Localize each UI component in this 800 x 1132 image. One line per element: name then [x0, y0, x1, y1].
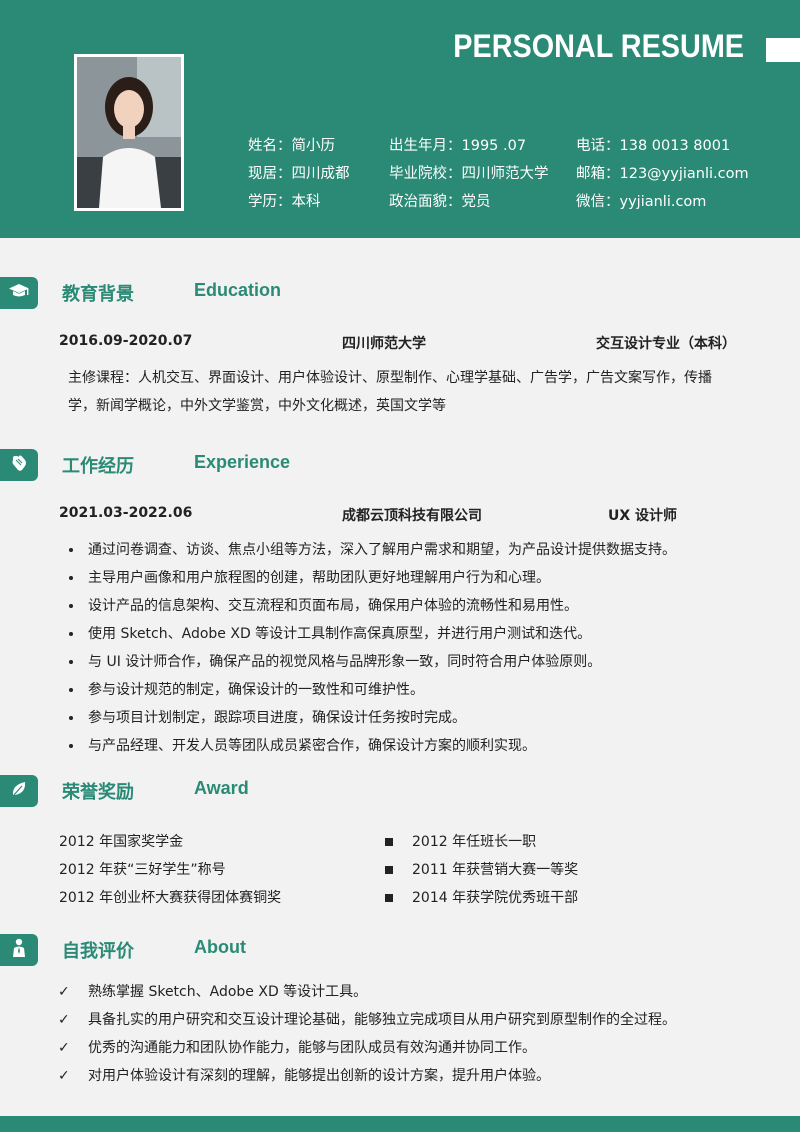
square-bullet	[385, 866, 393, 874]
list-item: 2012 年创业杯大赛获得团体赛铜奖	[59, 890, 282, 906]
list-item: 与产品经理、开发人员等团队成员紧密合作，确保设计方案的顺利实现。	[66, 732, 676, 760]
list-item: 参与设计规范的制定，确保设计的一致性和可维护性。	[66, 676, 676, 704]
info-email: 邮箱：123@yyjianli.com	[576, 166, 749, 182]
section-title-cn: 工作经历	[62, 456, 134, 477]
experience-period: 2021.03-2022.06	[59, 505, 193, 521]
education-major: 交互设计专业（本科）	[596, 336, 736, 352]
section-tab	[0, 449, 38, 481]
list-item: 2012 年获“三好学生”称号	[59, 862, 226, 878]
info-phone: 电话：138 0013 8001	[576, 138, 731, 154]
check-icon: ✓	[58, 1012, 70, 1028]
info-name: 姓名：简小历	[248, 138, 335, 154]
list-item: ✓ 熟练掌握 Sketch、Adobe XD 等设计工具。	[58, 978, 676, 1006]
bullet-dot	[69, 576, 73, 580]
courses-line-2: 学，新闻学概论，中外文学鉴赏，中外文化概述，英国文学等	[68, 398, 446, 414]
hand-icon	[10, 454, 28, 476]
check-icon: ✓	[58, 1068, 70, 1084]
list-item: 设计产品的信息架构、交互流程和页面布局，确保用户体验的流畅性和易用性。	[66, 592, 676, 620]
list-item: 2012 年国家奖学金	[59, 834, 184, 850]
info-political: 政治面貌：党员	[389, 194, 491, 210]
header-banner: PERSONAL RESUME 姓名：简小历 出生年月：1995 .07 电话：…	[0, 0, 800, 238]
section-title-cn: 荣誉奖励	[62, 782, 134, 803]
square-bullet	[385, 894, 393, 902]
section-title-cn: 自我评价	[62, 941, 134, 962]
list-item: 参与项目计划制定，跟踪项目进度，确保设计任务按时完成。	[66, 704, 676, 732]
bullet-dot	[69, 688, 73, 692]
list-item: 2012 年任班长一职	[385, 828, 578, 856]
section-title-cn: 教育背景	[62, 284, 134, 305]
graduation-cap-icon	[8, 283, 30, 303]
experience-role: UX 设计师	[608, 508, 678, 524]
list-item: 通过问卷调查、访谈、焦点小组等方法，深入了解用户需求和期望，为产品设计提供数据支…	[66, 536, 676, 564]
leaf-icon	[10, 780, 28, 802]
list-item: 2014 年获学院优秀班干部	[385, 884, 578, 912]
info-residence: 现居：四川成都	[248, 166, 350, 182]
education-period: 2016.09-2020.07	[59, 333, 193, 349]
list-item: ✓ 具备扎实的用户研究和交互设计理论基础，能够独立完成项目从用户研究到原型制作的全…	[58, 1006, 676, 1034]
section-experience-header: 工作经历 Experience	[0, 449, 800, 483]
section-title-en: Education	[194, 280, 282, 300]
courses-line-1: 主修课程：人机交互、界面设计、用户体验设计、原型制作、心理学基础、广告学，广告文…	[68, 370, 712, 386]
education-school: 四川师范大学	[342, 336, 426, 352]
section-award-header: 荣誉奖励 Award	[0, 775, 800, 809]
list-item: 与 UI 设计师合作，确保产品的视觉风格与品牌形象一致，同时符合用户体验原则。	[66, 648, 676, 676]
bullet-dot	[69, 716, 73, 720]
section-title-en: Experience	[194, 452, 291, 472]
resume-title: PERSONAL RESUME	[453, 28, 744, 64]
section-education-header: 教育背景 Education	[0, 277, 800, 311]
experience-duties: 通过问卷调查、访谈、焦点小组等方法，深入了解用户需求和期望，为产品设计提供数据支…	[66, 536, 676, 760]
info-school: 毕业院校：四川师范大学	[389, 166, 549, 182]
bullet-dot	[69, 744, 73, 748]
square-bullet	[385, 838, 393, 846]
section-tab	[0, 934, 38, 966]
award-list-left: 2012 年国家奖学金 2012 年获“三好学生”称号 2012 年创业杯大赛获…	[59, 828, 281, 912]
award-list-right: 2012 年任班长一职 2011 年获营销大赛一等奖 2014 年获学院优秀班干…	[385, 828, 578, 912]
section-tab	[0, 775, 38, 807]
section-title-en: Award	[194, 778, 249, 798]
bullet-dot	[69, 632, 73, 636]
list-item: ✓ 优秀的沟通能力和团队协作能力，能够与团队成员有效沟通并协同工作。	[58, 1034, 676, 1062]
list-item: 使用 Sketch、Adobe XD 等设计工具制作高保真原型，并进行用户测试和…	[66, 620, 676, 648]
section-about-header: 自我评价 About	[0, 934, 800, 968]
bullet-dot	[69, 660, 73, 664]
person-icon	[11, 938, 27, 962]
info-birth: 出生年月：1995 .07	[389, 138, 527, 154]
profile-photo	[74, 54, 184, 211]
experience-company: 成都云顶科技有限公司	[342, 508, 482, 524]
info-wechat: 微信：yyjianli.com	[576, 194, 707, 210]
info-degree: 学历：本科	[248, 194, 321, 210]
list-item: 2011 年获营销大赛一等奖	[385, 856, 578, 884]
bullet-dot	[69, 548, 73, 552]
list-item: ✓ 对用户体验设计有深刻的理解，能够提出创新的设计方案，提升用户体验。	[58, 1062, 676, 1090]
list-item: 主导用户画像和用户旅程图的创建，帮助团队更好地理解用户行为和心理。	[66, 564, 676, 592]
check-icon: ✓	[58, 1040, 70, 1056]
education-courses: 主修课程：人机交互、界面设计、用户体验设计、原型制作、心理学基础、广告学，广告文…	[68, 364, 758, 420]
check-icon: ✓	[58, 984, 70, 1000]
section-title-en: About	[194, 937, 246, 957]
about-list: ✓ 熟练掌握 Sketch、Adobe XD 等设计工具。 ✓ 具备扎实的用户研究和…	[58, 978, 676, 1090]
footer-bar	[0, 1116, 800, 1132]
title-accent-bar	[766, 38, 800, 62]
section-tab	[0, 277, 38, 309]
bullet-dot	[69, 604, 73, 608]
